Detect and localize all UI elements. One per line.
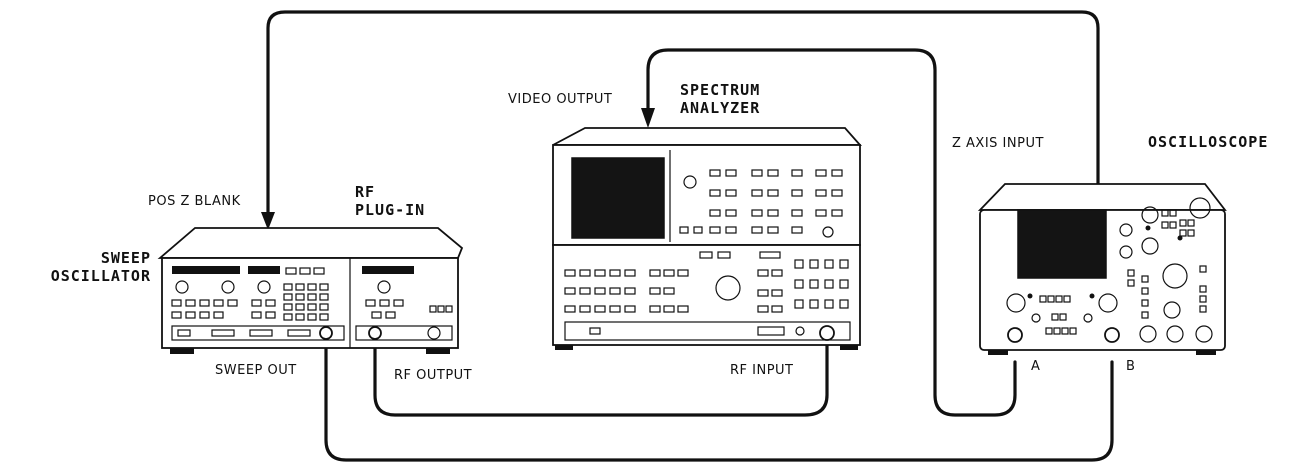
- scope-crt: [1017, 209, 1107, 279]
- spectrum-analyzer: [552, 127, 862, 350]
- sweep-oscillator: [157, 227, 464, 354]
- oscilloscope: [977, 183, 1227, 355]
- sweep-oscillator-label-line2: OSCILLATOR: [51, 267, 151, 285]
- analyzer-crt: [571, 157, 665, 239]
- channel-b-label: B: [1126, 359, 1135, 374]
- sweep-out-label: SWEEP OUT: [215, 363, 297, 378]
- sweep-out-cable: [324, 336, 1114, 462]
- sweep-oscillator-label-line1: SWEEP: [101, 249, 151, 267]
- scope-input-b-connector: [1104, 327, 1120, 343]
- spectrum-analyzer-label-line2: ANALYZER: [680, 99, 760, 117]
- plugin-display: [362, 266, 414, 274]
- scope-input-a-connector: [1007, 327, 1023, 343]
- rf-output-connector: [368, 326, 382, 340]
- video-output-label: VIDEO OUTPUT: [508, 92, 612, 107]
- test-setup-diagram: POS Z BLANK RF PLUG-IN SWEEP OSCILLATOR …: [0, 0, 1311, 470]
- rf-output-label: RF OUTPUT: [394, 368, 472, 383]
- sweep-osc-display-1: [172, 266, 240, 274]
- spectrum-analyzer-label-line1: SPECTRUM: [680, 81, 760, 99]
- analyzer-top: [552, 127, 862, 146]
- sweep-osc-top: [157, 227, 464, 259]
- video-output-arrowhead: [641, 108, 655, 128]
- diagram-canvas: POS Z BLANK RF PLUG-IN SWEEP OSCILLATOR …: [51, 10, 1268, 462]
- rf-plugin-label-line1: RF: [355, 183, 375, 201]
- sweep-osc-display-2: [248, 266, 280, 274]
- oscilloscope-label: OSCILLOSCOPE: [1148, 133, 1268, 151]
- channel-a-label: A: [1031, 359, 1040, 374]
- rf-input-connector: [819, 325, 835, 341]
- scope-top: [977, 183, 1227, 211]
- rf-plugin-label-line2: PLUG-IN: [355, 201, 425, 219]
- pos-z-blank-label: POS Z BLANK: [148, 194, 241, 209]
- sweep-out-connector: [319, 326, 333, 340]
- z-axis-input-label: Z AXIS INPUT: [952, 136, 1044, 151]
- rf-input-label: RF INPUT: [730, 363, 794, 378]
